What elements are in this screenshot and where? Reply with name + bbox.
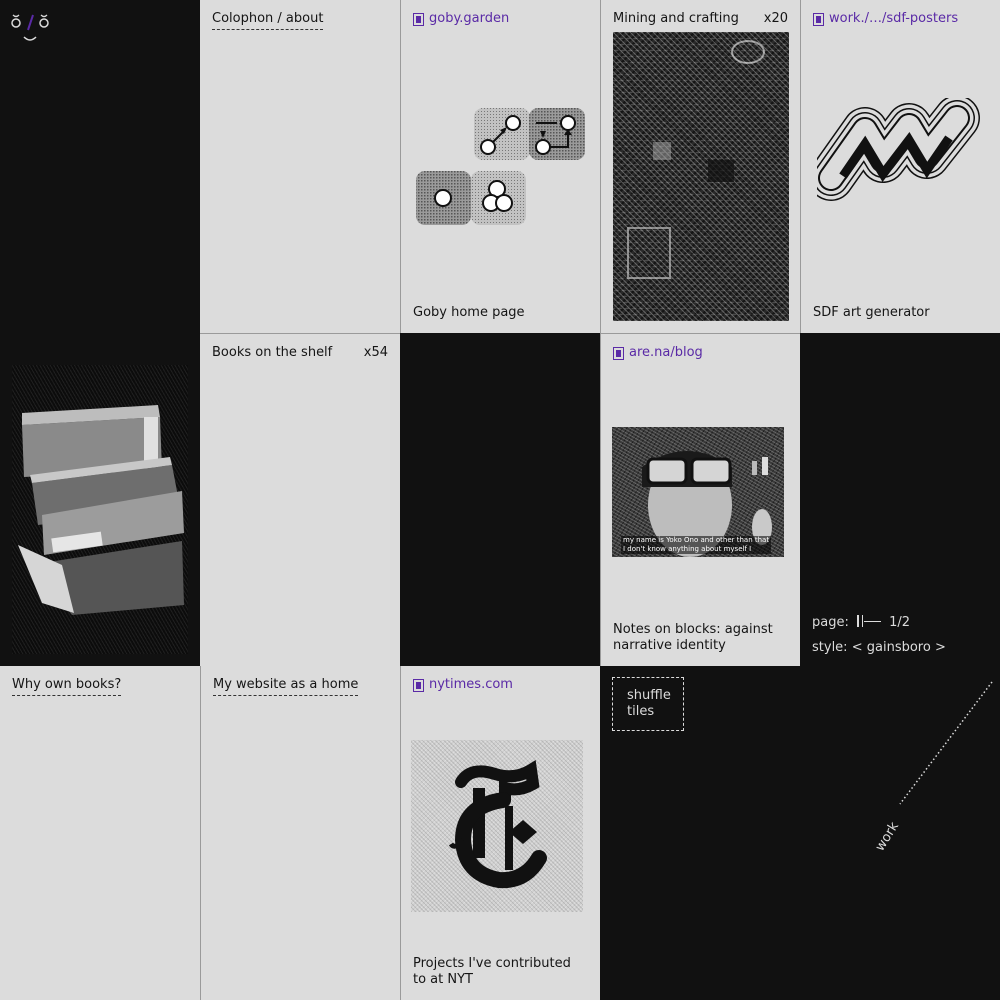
nyt-logo-image (411, 740, 583, 912)
tile-website-home[interactable]: My website as a home (200, 666, 400, 1000)
page-control: page: 1/2 (812, 610, 946, 635)
style-next-button[interactable]: > (935, 640, 946, 655)
style-control: style: < gainsboro > (812, 635, 946, 660)
tile-mining[interactable]: Mining and crafting x20 (600, 0, 800, 333)
books-count: x54 (363, 345, 388, 360)
work-label[interactable]: work (873, 819, 903, 854)
tile-empty-dark (400, 333, 600, 666)
sdf-caption: SDF art generator (813, 305, 930, 320)
arena-caption: Notes on blocks: against narrative ident… (613, 622, 773, 653)
yoko-ono-video-still: my name is Yoko Ono and other than that … (612, 427, 784, 557)
sdf-link[interactable]: work./…/sdf-posters (813, 11, 958, 27)
tile-logo (0, 0, 200, 333)
link-square-icon (413, 678, 424, 692)
shuffle-tiles-button[interactable]: shuffle tiles (612, 677, 684, 731)
page-label: page: (812, 615, 849, 630)
goby-diagram-illustration (416, 108, 585, 225)
tile-why-books[interactable]: Why own books? (0, 666, 200, 1000)
tile-books[interactable]: Books on the shelf x54 (200, 333, 400, 666)
nyt-link[interactable]: nytimes.com (413, 677, 513, 693)
tile-sdf[interactable]: work./…/sdf-posters SDF art generator (800, 0, 1000, 333)
arena-link[interactable]: are.na/blog (613, 345, 703, 361)
page-slider-icon[interactable] (857, 615, 881, 627)
link-square-icon (813, 12, 824, 26)
goby-caption: Goby home page (413, 305, 525, 320)
style-value: gainsboro (866, 640, 931, 655)
video-subtitle: my name is Yoko Ono and other than that … (621, 536, 772, 554)
link-square-icon (413, 12, 424, 26)
nyt-caption: Projects I've contributed to at NYT (413, 956, 571, 987)
link-square-icon (613, 346, 624, 360)
page-style-controls: page: 1/2 style: < gainsboro > (812, 610, 946, 660)
tile-goby[interactable]: goby.garden Goby home page (400, 0, 600, 333)
style-prev-button[interactable]: < (852, 640, 863, 655)
website-home-title[interactable]: My website as a home (213, 677, 359, 696)
goby-link[interactable]: goby.garden (413, 11, 509, 27)
page-value: 1/2 (889, 615, 911, 630)
colophon-title[interactable]: Colophon / about (212, 11, 324, 30)
tile-colophon[interactable]: Colophon / about (200, 0, 400, 333)
mining-title: Mining and crafting (613, 11, 739, 26)
sdf-poster-illustration (817, 98, 980, 201)
mining-count: x20 (763, 11, 788, 26)
style-label: style: (812, 640, 848, 655)
nyt-t-icon (448, 760, 547, 889)
books-title: Books on the shelf (212, 345, 333, 360)
why-books-title[interactable]: Why own books? (12, 677, 122, 696)
work-thread-decoration: work (873, 681, 993, 854)
face-logo[interactable] (10, 10, 54, 50)
mining-photo (613, 32, 789, 321)
books-photo (12, 365, 188, 654)
